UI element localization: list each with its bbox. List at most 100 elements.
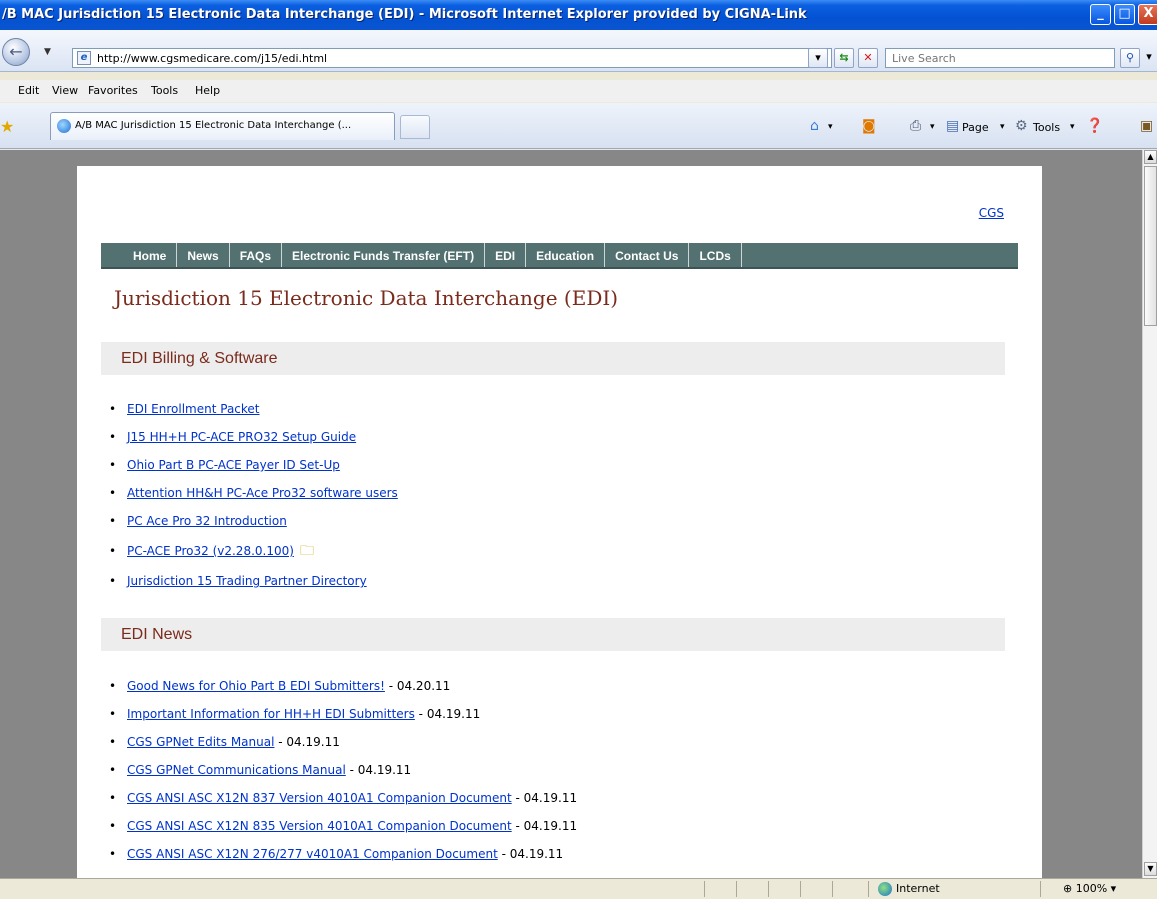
menu-favorites[interactable]: Favorites — [88, 84, 138, 97]
minimize-button[interactable]: _ — [1090, 4, 1111, 25]
link-pcace-introduction[interactable]: PC Ace Pro 32 Introduction — [127, 514, 287, 528]
favorites-star-icon[interactable]: ★ — [0, 117, 14, 136]
cgs-link[interactable]: CGS — [979, 206, 1004, 220]
link-pcace-attention[interactable]: Attention HH&H PC-Ace Pro32 software use… — [127, 486, 398, 500]
browser-viewport: CGS Home News FAQs Electronic Funds Tran… — [0, 150, 1142, 878]
list-item: PC-ACE Pro32 (v2.28.0.100) 🗀 — [103, 541, 398, 573]
status-divider — [1040, 881, 1041, 897]
tools-dropdown-icon[interactable]: ▾ — [1070, 122, 1075, 132]
page-menu-icon[interactable]: ▤ — [946, 118, 959, 134]
news-link[interactable]: Important Information for HH+H EDI Submi… — [127, 707, 415, 721]
status-divider — [736, 881, 737, 897]
list-item: J15 HH+H PC-ACE PRO32 Setup Guide — [103, 429, 398, 457]
menu-tools[interactable]: Tools — [151, 84, 178, 97]
security-zone[interactable]: Internet — [878, 882, 940, 896]
nav-home[interactable]: Home — [101, 243, 178, 267]
status-divider — [800, 881, 801, 897]
nav-news[interactable]: News — [177, 243, 230, 267]
news-link[interactable]: CGS ANSI ASC X12N 276/277 v4010A1 Compan… — [127, 847, 498, 861]
nav-edi[interactable]: EDI — [485, 243, 527, 267]
news-date: - 04.19.11 — [345, 763, 412, 777]
news-date: - 04.19.11 — [497, 847, 564, 861]
link-pcace-download[interactable]: PC-ACE Pro32 (v2.28.0.100) — [127, 544, 294, 558]
maximize-button[interactable]: □ — [1114, 4, 1135, 25]
zoom-icon: ⊕ — [1063, 882, 1076, 895]
search-icon[interactable]: ⚲ — [1120, 48, 1140, 68]
ie-icon — [57, 119, 71, 133]
link-pcace-setup-guide[interactable]: J15 HH+H PC-ACE PRO32 Setup Guide — [127, 430, 356, 444]
news-date: - 04.19.11 — [511, 819, 578, 833]
research-icon[interactable]: ▣ — [1140, 118, 1153, 134]
scroll-up-icon[interactable]: ▲ — [1144, 150, 1157, 164]
news-item: CGS ANSI ASC X12N 276/277 v4010A1 Compan… — [103, 846, 577, 874]
address-dropdown-button[interactable]: ▾ — [808, 48, 828, 68]
zoom-level: 100% — [1075, 882, 1108, 895]
search-input[interactable] — [886, 49, 1106, 67]
menu-help[interactable]: Help — [195, 84, 220, 97]
zone-label: Internet — [896, 882, 940, 895]
home-icon[interactable]: ⌂ — [810, 118, 819, 134]
news-link[interactable]: CGS ANSI ASC X12N 835 Version 4010A1 Com… — [127, 819, 512, 833]
list-item: Ohio Part B PC-ACE Payer ID Set-Up — [103, 457, 398, 485]
tab-bar: ★ A/B MAC Jurisdiction 15 Electronic Dat… — [0, 103, 1157, 149]
news-link[interactable]: CGS ANSI ASC X12N 837 Version 4010A1 Com… — [127, 791, 512, 805]
gear-icon[interactable]: ⚙ — [1015, 118, 1028, 134]
news-date: - 04.19.11 — [274, 735, 340, 749]
stop-button[interactable]: ✕ — [858, 48, 878, 68]
nav-education[interactable]: Education — [526, 243, 606, 267]
nav-eft[interactable]: Electronic Funds Transfer (EFT) — [282, 243, 486, 267]
news-item: CGS GPNet Edits Manual - 04.19.11 — [103, 734, 577, 762]
tools-menu-button[interactable]: Tools — [1033, 121, 1060, 134]
news-item: Important Information for HH+H EDI Submi… — [103, 706, 577, 734]
close-button[interactable]: X — [1138, 4, 1157, 25]
scroll-down-icon[interactable]: ▼ — [1144, 862, 1157, 876]
search-options-icon[interactable]: ▾ — [1142, 48, 1156, 68]
news-link[interactable]: CGS GPNet Edits Manual — [127, 735, 274, 749]
page-dropdown-icon[interactable]: ▾ — [1000, 122, 1005, 132]
home-dropdown-icon[interactable]: ▾ — [828, 122, 833, 132]
list-item: EDI Enrollment Packet — [103, 401, 398, 429]
status-divider — [768, 881, 769, 897]
search-box[interactable] — [885, 48, 1115, 68]
new-tab-button[interactable] — [400, 115, 430, 139]
back-button[interactable]: ← — [2, 38, 30, 66]
url-text[interactable]: http://www.cgsmedicare.com/j15/edi.html — [97, 52, 327, 65]
link-edi-enrollment-packet[interactable]: EDI Enrollment Packet — [127, 402, 260, 416]
news-item: CGS GPNet Communications Manual - 04.19.… — [103, 762, 577, 790]
feeds-icon[interactable]: ◙ — [862, 118, 876, 134]
globe-icon — [878, 882, 892, 896]
menu-edit[interactable]: Edit — [18, 84, 39, 97]
page-menu-button[interactable]: Page — [962, 121, 989, 134]
scroll-thumb[interactable] — [1144, 166, 1157, 326]
help-icon[interactable]: ❓ — [1086, 118, 1103, 134]
print-dropdown-icon[interactable]: ▾ — [930, 122, 935, 132]
news-link[interactable]: CGS GPNet Communications Manual — [127, 763, 346, 777]
section-header-billing-software: EDI Billing & Software — [101, 342, 1005, 375]
window-title: /B MAC Jurisdiction 15 Electronic Data I… — [2, 7, 807, 22]
billing-software-list: EDI Enrollment Packet J15 HH+H PC-ACE PR… — [103, 401, 398, 601]
window-titlebar: /B MAC Jurisdiction 15 Electronic Data I… — [0, 0, 1157, 30]
refresh-button[interactable]: ⇆ — [834, 48, 854, 68]
link-payer-id-setup[interactable]: Ohio Part B PC-ACE Payer ID Set-Up — [127, 458, 340, 472]
menu-view[interactable]: View — [52, 84, 78, 97]
site-navigation: Home News FAQs Electronic Funds Transfer… — [101, 243, 1018, 269]
news-date: - 04.19.11 — [414, 707, 481, 721]
nav-contact-us[interactable]: Contact Us — [605, 243, 690, 267]
edi-news-list: Good News for Ohio Part B EDI Submitters… — [103, 678, 577, 874]
status-divider — [704, 881, 705, 897]
news-link[interactable]: Good News for Ohio Part B EDI Submitters… — [127, 679, 385, 693]
download-icon[interactable]: 🗀 — [300, 541, 314, 561]
tab-active[interactable]: A/B MAC Jurisdiction 15 Electronic Data … — [50, 112, 395, 140]
zoom-control[interactable]: ⊕ 100% ▾ — [1063, 882, 1116, 895]
vertical-scrollbar[interactable]: ▲ ▼ — [1142, 150, 1157, 878]
nav-lcds[interactable]: LCDs — [689, 243, 742, 267]
print-icon[interactable]: ⎙ — [910, 118, 921, 134]
link-trading-partner-directory[interactable]: Jurisdiction 15 Trading Partner Director… — [127, 574, 367, 588]
recent-pages-dropdown[interactable]: ▼ — [44, 47, 51, 57]
web-page: CGS Home News FAQs Electronic Funds Tran… — [77, 166, 1042, 878]
zoom-dropdown-icon: ▾ — [1107, 882, 1117, 895]
nav-faqs[interactable]: FAQs — [230, 243, 283, 267]
news-item: CGS ANSI ASC X12N 837 Version 4010A1 Com… — [103, 790, 577, 818]
address-field[interactable]: e http://www.cgsmedicare.com/j15/edi.htm… — [72, 48, 832, 68]
list-item: PC Ace Pro 32 Introduction — [103, 513, 398, 541]
